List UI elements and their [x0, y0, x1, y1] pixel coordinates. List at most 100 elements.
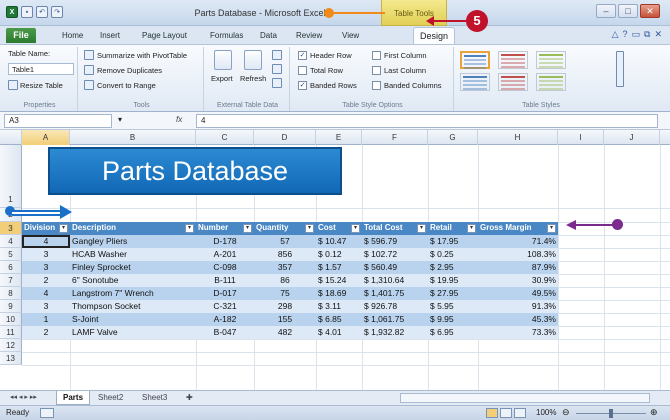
table-cell[interactable]: $ 4.01	[316, 326, 362, 339]
table-cell[interactable]: $ 560.49	[362, 261, 428, 274]
table-cell[interactable]: 3	[22, 248, 70, 261]
tab-insert[interactable]: Insert	[94, 29, 126, 44]
table-cell[interactable]: D-017	[196, 287, 254, 300]
row-header-8[interactable]: 8	[0, 287, 22, 300]
insert-sheet-icon[interactable]: ✚	[180, 391, 199, 405]
properties-small-icon[interactable]	[272, 50, 282, 60]
table-cell[interactable]: 49.5%	[478, 287, 558, 300]
gallery-scroll[interactable]	[616, 51, 624, 87]
row-header-6[interactable]: 6	[0, 261, 22, 274]
table-cell[interactable]: 71.4%	[478, 235, 558, 248]
table-style-swatch[interactable]	[536, 73, 566, 91]
row-header-10[interactable]: 10	[0, 313, 22, 326]
table-cell[interactable]: 73.3%	[478, 326, 558, 339]
table-cell[interactable]: $ 9.95	[428, 313, 478, 326]
row-header-1[interactable]: 1	[0, 145, 22, 208]
table-cell[interactable]: 30.9%	[478, 274, 558, 287]
row-header-13[interactable]: 13	[0, 352, 22, 365]
table-cell[interactable]: $ 5.95	[428, 300, 478, 313]
filter-dropdown-icon[interactable]: ▾	[185, 224, 194, 233]
column-header-f[interactable]: F	[362, 130, 428, 145]
insert-function-button[interactable]: fx	[176, 115, 182, 124]
table-cell[interactable]: 155	[254, 313, 316, 326]
column-header-a[interactable]: A	[22, 130, 70, 145]
table-cell[interactable]: 91.3%	[478, 300, 558, 313]
filter-dropdown-icon[interactable]: ▾	[547, 224, 556, 233]
table-cell[interactable]: HCAB Washer	[70, 248, 196, 261]
table-cell[interactable]: $ 17.95	[428, 235, 478, 248]
export-button[interactable]: Export	[211, 74, 233, 83]
resize-table-button[interactable]: Resize Table	[20, 81, 63, 90]
table-cell[interactable]: Langstrom 7" Wrench	[70, 287, 196, 300]
column-header-h[interactable]: H	[478, 130, 558, 145]
table-name-input[interactable]: Table1	[8, 63, 74, 75]
namebox-dropdown-icon[interactable]: ▾	[118, 115, 122, 124]
table-cell[interactable]: 2	[22, 274, 70, 287]
last-column-checkbox[interactable]	[372, 66, 381, 75]
table-cell[interactable]: $ 596.79	[362, 235, 428, 248]
table-cell[interactable]: $ 0.25	[428, 248, 478, 261]
sheet-tab-parts[interactable]: Parts	[56, 391, 91, 405]
table-style-swatch[interactable]	[460, 73, 490, 91]
banded-columns-checkbox[interactable]	[372, 81, 381, 90]
table-cell[interactable]: $ 15.24	[316, 274, 362, 287]
zoom-out-icon[interactable]: ⊖	[562, 407, 570, 418]
filter-dropdown-icon[interactable]: ▾	[467, 224, 476, 233]
table-cell[interactable]: Gangley Pliers	[70, 235, 196, 248]
table-cell[interactable]: 1	[22, 313, 70, 326]
tab-view[interactable]: View	[336, 29, 365, 44]
sheet-tab-sheet2[interactable]: Sheet2	[92, 391, 129, 405]
table-style-swatch[interactable]	[536, 51, 566, 69]
table-cell[interactable]: B-047	[196, 326, 254, 339]
table-cell[interactable]: $ 1,061.75	[362, 313, 428, 326]
macro-record-icon[interactable]	[40, 408, 54, 418]
name-box[interactable]: A3	[4, 114, 112, 128]
row-header-5[interactable]: 5	[0, 248, 22, 261]
redo-icon[interactable]: ↷	[51, 6, 63, 18]
table-cell[interactable]: $ 1.57	[316, 261, 362, 274]
filter-dropdown-icon[interactable]: ▾	[59, 224, 68, 233]
table-cell[interactable]: 4	[22, 235, 70, 248]
minimize-button[interactable]: –	[596, 4, 616, 18]
tab-design[interactable]: Design	[413, 27, 455, 44]
filter-dropdown-icon[interactable]: ▾	[243, 224, 252, 233]
table-cell[interactable]: D-178	[196, 235, 254, 248]
row-header-9[interactable]: 9	[0, 300, 22, 313]
remove-duplicates-button[interactable]: Remove Duplicates	[97, 66, 162, 75]
total-row-checkbox[interactable]	[298, 66, 307, 75]
table-cell[interactable]: A-182	[196, 313, 254, 326]
worksheet-grid[interactable]: ABCDEFGHIJ 12345678910111213 Parts Datab…	[0, 130, 670, 390]
table-cell[interactable]: 3	[22, 261, 70, 274]
page-break-view-icon[interactable]	[514, 408, 526, 418]
table-cell[interactable]: $ 0.12	[316, 248, 362, 261]
table-cell[interactable]: 4	[22, 287, 70, 300]
tab-home[interactable]: Home	[56, 29, 89, 44]
table-cell[interactable]: C-321	[196, 300, 254, 313]
page-layout-view-icon[interactable]	[500, 408, 512, 418]
table-cell[interactable]: 3	[22, 300, 70, 313]
filter-dropdown-icon[interactable]: ▾	[417, 224, 426, 233]
banded-rows-checkbox[interactable]: ✓	[298, 81, 307, 90]
table-style-swatch[interactable]	[498, 51, 528, 69]
restore-icon[interactable]: ▭	[632, 29, 641, 40]
table-cell[interactable]: $ 926.78	[362, 300, 428, 313]
maximize-button[interactable]: □	[618, 4, 638, 18]
table-cell[interactable]: $ 102.72	[362, 248, 428, 261]
first-column-checkbox[interactable]	[372, 51, 381, 60]
table-cell[interactable]: $ 10.47	[316, 235, 362, 248]
minimize-ribbon-icon[interactable]: △	[612, 29, 619, 40]
column-header-j[interactable]: J	[604, 130, 660, 145]
sheet-tab-sheet3[interactable]: Sheet3	[136, 391, 173, 405]
table-style-swatch[interactable]	[460, 51, 490, 69]
table-cell[interactable]: 856	[254, 248, 316, 261]
header-row-checkbox[interactable]: ✓	[298, 51, 307, 60]
close-button[interactable]: ✕	[640, 4, 660, 18]
table-cell[interactable]: Finley Sprocket	[70, 261, 196, 274]
save-icon[interactable]: ▪	[21, 6, 33, 18]
window-restore-icon[interactable]: ⧉	[644, 29, 650, 40]
table-cell[interactable]: 87.9%	[478, 261, 558, 274]
table-cell[interactable]: $ 6.85	[316, 313, 362, 326]
close-doc-icon[interactable]: ✕	[654, 29, 662, 40]
column-header-d[interactable]: D	[254, 130, 316, 145]
zoom-in-icon[interactable]: ⊕	[650, 407, 658, 418]
